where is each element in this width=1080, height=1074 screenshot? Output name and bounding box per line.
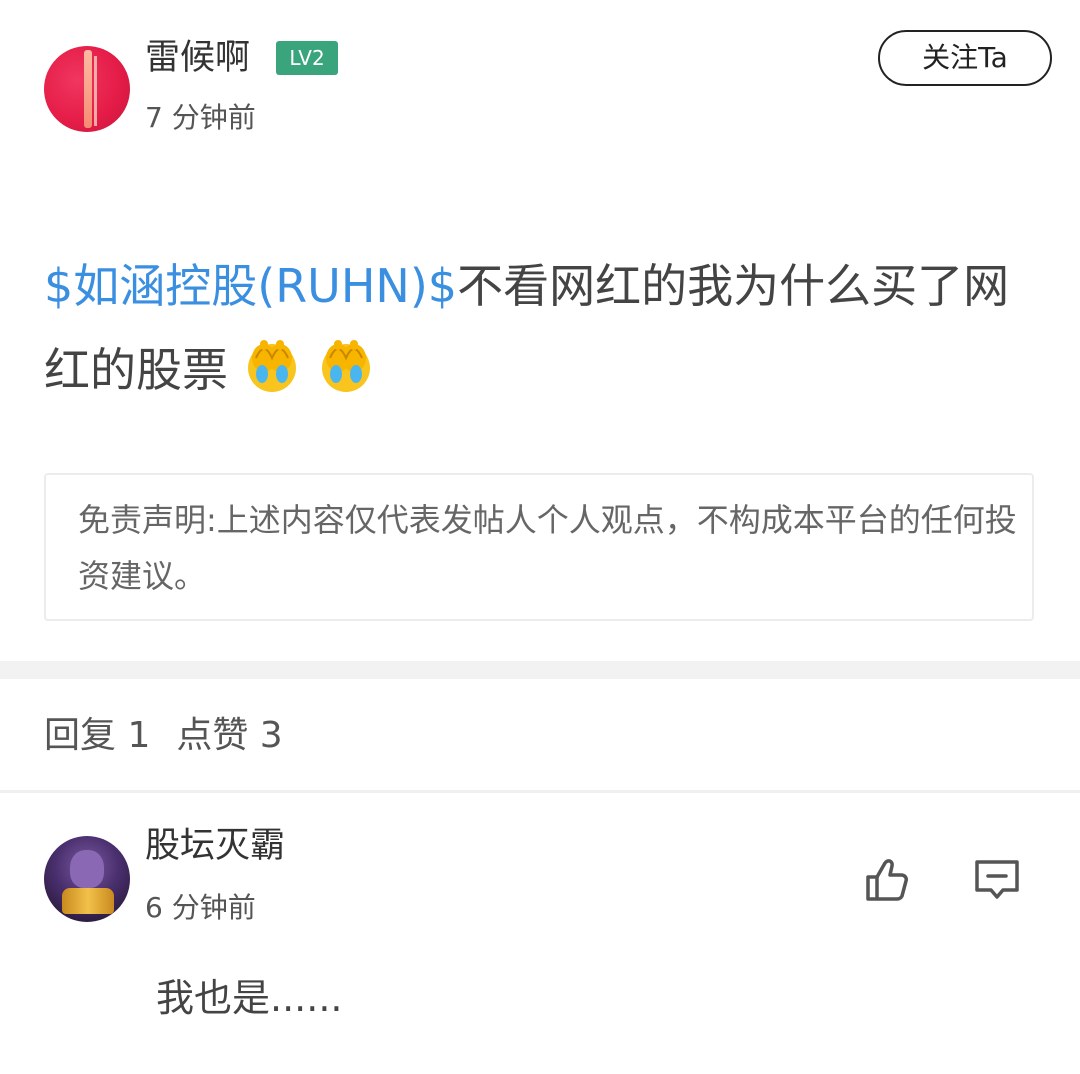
like-count[interactable]: 点赞 3 [176,715,282,756]
comment-text: 我也是...... [156,976,343,1020]
post-stats: 回复 1 点赞 3 [44,708,283,764]
facepalm-crying-emoji [242,334,302,394]
commenter-name[interactable]: 股坛灭霸 [145,824,285,868]
disclaimer-text: 免责声明:上述内容仅代表发帖人个人观点，不构成本平台的任何投资建议。 [78,501,1017,595]
stock-tag-link[interactable]: $如涵控股(RUHN)$ [44,259,457,313]
section-divider [0,661,1080,679]
commenter-avatar[interactable] [44,836,130,922]
stats-divider [0,790,1080,793]
post-timestamp: 7 分钟前 [145,101,256,134]
reply-count[interactable]: 回复 1 [44,715,150,756]
facepalm-crying-emoji [316,334,376,394]
post-content: $如涵控股(RUHN)$不看网红的我为什么买了网红的股票 [44,244,1044,412]
comment-icon[interactable] [972,858,1022,904]
level-badge: LV2 [276,41,338,75]
comment-timestamp: 6 分钟前 [145,891,256,924]
thumbs-up-icon[interactable] [862,855,912,905]
follow-button[interactable]: 关注Ta [878,30,1052,86]
author-avatar[interactable] [44,46,130,132]
author-name[interactable]: 雷候啊 [145,36,250,80]
